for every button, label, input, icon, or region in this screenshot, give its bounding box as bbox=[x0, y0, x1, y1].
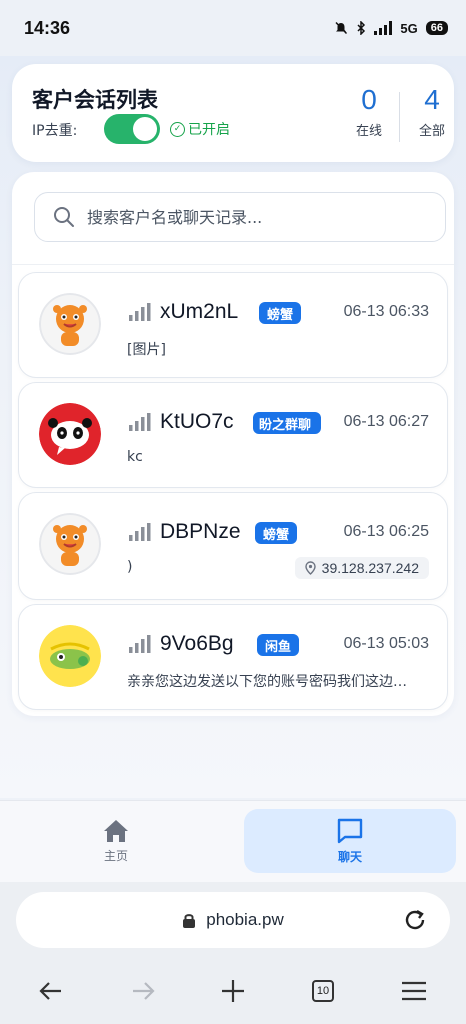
nav-chat-label: 聊天 bbox=[337, 849, 362, 864]
chat-name: 9Vo6Bg bbox=[160, 632, 234, 655]
online-label: 在线 bbox=[355, 124, 382, 139]
platform-badge: 盼之群聊 bbox=[253, 412, 321, 434]
search-icon bbox=[54, 207, 74, 227]
location-pin-icon bbox=[304, 561, 316, 575]
xianyu-fish-avatar bbox=[39, 625, 101, 687]
lock-icon bbox=[183, 914, 196, 928]
signal-bars-icon bbox=[129, 523, 151, 541]
search-input[interactable] bbox=[87, 207, 417, 227]
ip-address-chip: 39.128.237.242 bbox=[294, 557, 429, 579]
network-type: 5G bbox=[400, 20, 418, 36]
chat-list-item[interactable]: DBPNze 螃蟹 06-13 06:25 ) 39.128.237.242 bbox=[18, 492, 448, 600]
chat-last-message: 亲亲您这边发送以下您的账号密码我们这边… bbox=[127, 674, 407, 690]
divider bbox=[12, 264, 454, 265]
platform-badge: 螃蟹 bbox=[255, 522, 298, 544]
battery-icon: 66 bbox=[425, 21, 448, 35]
check-circle-icon: ✓ bbox=[170, 121, 185, 137]
new-tab-button[interactable] bbox=[218, 976, 248, 1006]
bottom-nav: 主页 聊天 bbox=[0, 800, 466, 882]
signal-icon bbox=[374, 21, 393, 35]
panda-logo-avatar bbox=[39, 403, 101, 465]
header-card: 客户会话列表 IP去重: ✓ 已开启 0 在线 4 全部 bbox=[12, 64, 454, 162]
chat-bubble-icon bbox=[337, 818, 363, 843]
status-time: 14:36 bbox=[24, 17, 71, 38]
plus-icon bbox=[222, 980, 244, 1002]
tabs-button[interactable]: 10 bbox=[308, 976, 338, 1006]
chat-time: 06-13 06:27 bbox=[343, 413, 429, 430]
ip-dedup-label: IP去重: bbox=[32, 123, 78, 139]
ip-address: 39.128.237.242 bbox=[321, 560, 419, 576]
chat-name: DBPNze bbox=[160, 520, 241, 543]
chat-name: KtUO7c bbox=[160, 410, 234, 433]
chat-name: xUm2nL bbox=[160, 300, 239, 323]
forward-button[interactable] bbox=[128, 976, 158, 1006]
tiger-cartoon-avatar bbox=[39, 293, 101, 355]
chat-last-message: ) bbox=[127, 559, 133, 575]
total-stat[interactable]: 4 全部 bbox=[410, 84, 454, 139]
reload-icon[interactable] bbox=[402, 907, 428, 933]
chat-list-item[interactable]: xUm2nL 螃蟹 06-13 06:33 [图片] bbox=[18, 272, 448, 378]
back-button[interactable] bbox=[36, 976, 66, 1006]
arrow-right-icon bbox=[133, 982, 155, 1000]
chat-time: 06-13 05:03 bbox=[343, 635, 429, 652]
toggle-knob bbox=[133, 117, 157, 141]
chat-last-message: kc bbox=[127, 449, 143, 465]
stat-divider bbox=[399, 92, 400, 142]
nav-chat[interactable]: 聊天 bbox=[244, 809, 456, 873]
chat-last-message: [图片] bbox=[127, 342, 166, 358]
arrow-left-icon bbox=[39, 982, 61, 1000]
mute-icon bbox=[335, 21, 348, 35]
tiger-cartoon-avatar bbox=[39, 513, 101, 575]
url-text: phobia.pw bbox=[206, 910, 284, 929]
total-count: 4 bbox=[424, 84, 440, 115]
chat-list-item[interactable]: KtUO7c 盼之群聊 06-13 06:27 kc bbox=[18, 382, 448, 488]
ip-dedup-status: ✓ 已开启 bbox=[170, 119, 230, 139]
tab-count: 10 bbox=[312, 980, 334, 1002]
chat-list-card: xUm2nL 螃蟹 06-13 06:33 [图片] KtUO7c 盼之群聊 0… bbox=[12, 172, 454, 716]
status-icons: 5G 66 bbox=[334, 21, 448, 36]
chat-time: 06-13 06:33 bbox=[343, 303, 429, 320]
signal-bars-icon bbox=[129, 635, 151, 653]
online-count: 0 bbox=[361, 84, 377, 115]
search-box[interactable] bbox=[34, 192, 446, 242]
browser-toolbar: 10 bbox=[0, 966, 466, 1016]
nav-home[interactable]: 主页 bbox=[10, 809, 222, 873]
page-title: 客户会话列表 bbox=[32, 89, 158, 112]
menu-button[interactable] bbox=[399, 976, 429, 1006]
address-bar[interactable]: phobia.pw bbox=[16, 892, 450, 948]
total-label: 全部 bbox=[418, 124, 445, 139]
ip-dedup-toggle[interactable] bbox=[104, 114, 160, 144]
signal-bars-icon bbox=[129, 303, 151, 321]
chat-time: 06-13 06:25 bbox=[343, 523, 429, 540]
chat-list-item[interactable]: 9Vo6Bg 闲鱼 06-13 05:03 亲亲您这边发送以下您的账号密码我们这… bbox=[18, 604, 448, 710]
status-bar: 14:36 5G 66 bbox=[0, 0, 466, 56]
platform-badge: 螃蟹 bbox=[259, 302, 302, 324]
signal-bars-icon bbox=[129, 413, 151, 431]
nav-home-label: 主页 bbox=[103, 848, 128, 863]
home-icon bbox=[104, 819, 128, 842]
ip-dedup-status-text: 已开启 bbox=[188, 122, 230, 138]
browser-chrome: phobia.pw 10 bbox=[0, 882, 466, 1024]
menu-icon bbox=[402, 981, 426, 1001]
online-stat[interactable]: 0 在线 bbox=[349, 84, 389, 139]
platform-badge: 闲鱼 bbox=[257, 634, 300, 656]
bluetooth-icon bbox=[357, 21, 366, 35]
